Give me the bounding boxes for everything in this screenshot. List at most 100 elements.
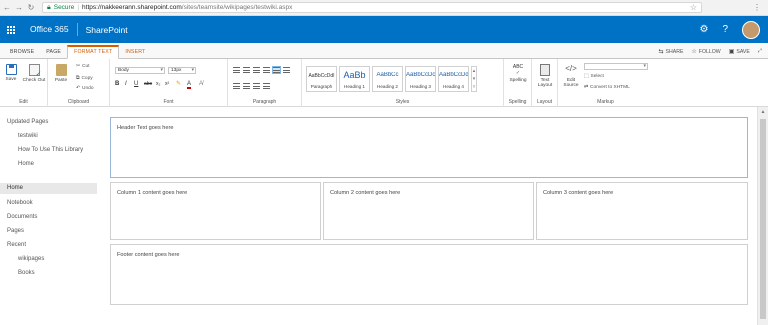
paste-button[interactable]: Paste bbox=[53, 64, 69, 83]
follow-label: FOLLOW bbox=[698, 49, 721, 55]
sharepoint-link[interactable]: SharePoint bbox=[86, 25, 128, 35]
bold-icon[interactable]: B bbox=[115, 81, 119, 87]
undo-button[interactable]: ↶ Undo bbox=[76, 86, 94, 91]
font-color-icon[interactable]: A bbox=[187, 81, 192, 89]
style-paragraph[interactable]: AaBbCcDdI Paragraph bbox=[306, 66, 337, 92]
edit-source-button[interactable]: </> Edit Source bbox=[561, 64, 581, 88]
text-layout-icon bbox=[540, 64, 550, 76]
copy-label: Copy bbox=[81, 75, 93, 81]
group-spelling-label: Spelling bbox=[508, 99, 527, 105]
footer-zone[interactable]: Footer content goes here bbox=[110, 244, 748, 305]
fullscreen-icon[interactable]: ⤢ bbox=[758, 48, 762, 55]
help-icon[interactable]: ? bbox=[722, 24, 728, 35]
share-button[interactable]: ⇆ SHARE bbox=[659, 48, 684, 55]
tab-format-text[interactable]: FORMAT TEXT bbox=[67, 45, 120, 59]
strikethrough-icon[interactable]: abc bbox=[144, 81, 152, 87]
reload-icon[interactable]: ↻ bbox=[26, 3, 36, 13]
edit-source-label: Edit Source bbox=[563, 78, 579, 88]
nav-item-documents[interactable]: Documents bbox=[7, 214, 37, 220]
nav-item-how-to-use[interactable]: How To Use This Library bbox=[18, 147, 83, 153]
style-sample: AaBbCcDd bbox=[439, 72, 468, 78]
font-family-dropdown[interactable]: Body bbox=[115, 67, 165, 74]
align-center-icon[interactable] bbox=[243, 83, 250, 89]
suite-bar: Office 365 SharePoint ⚙ ? bbox=[0, 16, 768, 43]
office365-brand[interactable]: Office 365 bbox=[30, 23, 78, 36]
updated-pages-heading[interactable]: Updated Pages bbox=[7, 119, 48, 125]
cut-button[interactable]: ✂ Cut bbox=[76, 64, 90, 69]
avatar[interactable] bbox=[742, 20, 760, 39]
tab-insert[interactable]: INSERT bbox=[119, 49, 151, 58]
save-top-label: SAVE bbox=[736, 49, 750, 55]
save-top-button[interactable]: ▣ SAVE bbox=[729, 48, 750, 55]
bullet-list-icon[interactable] bbox=[233, 67, 240, 73]
clear-format-icon[interactable]: A̸ bbox=[199, 81, 203, 87]
increase-indent-icon[interactable] bbox=[263, 67, 270, 73]
style-heading-2[interactable]: AaBbCc Heading 2 bbox=[372, 66, 403, 92]
ltr-icon[interactable] bbox=[272, 66, 281, 74]
checkout-label: Check Out bbox=[22, 78, 46, 83]
header-zone[interactable]: Header Text goes here bbox=[110, 117, 748, 178]
nav-item-recent[interactable]: Recent bbox=[7, 242, 26, 248]
group-styles: AaBbCcDdI Paragraph AaBb Heading 1 AaBbC… bbox=[302, 59, 504, 107]
convert-xhtml-button[interactable]: ⇄ Convert to XHTML bbox=[584, 85, 630, 90]
forward-icon[interactable]: → bbox=[14, 3, 24, 13]
rtl-icon[interactable] bbox=[283, 67, 290, 73]
style-name: Heading 4 bbox=[443, 84, 464, 89]
settings-gear-icon[interactable]: ⚙ bbox=[699, 24, 708, 35]
decrease-indent-icon[interactable] bbox=[253, 67, 260, 73]
style-name: Heading 1 bbox=[344, 84, 365, 89]
bookmark-star-icon[interactable]: ☆ bbox=[690, 3, 697, 12]
tab-browse[interactable]: BROWSE bbox=[4, 49, 40, 58]
follow-button[interactable]: ☆ FOLLOW bbox=[691, 48, 720, 55]
nav-item-pages[interactable]: Pages bbox=[7, 228, 24, 234]
styles-scroll-button[interactable]: ▴ ▾ ▿ bbox=[471, 66, 477, 92]
style-name: Heading 2 bbox=[377, 84, 398, 89]
italic-icon[interactable]: I bbox=[125, 81, 127, 87]
highlight-icon[interactable]: ✎ bbox=[176, 80, 181, 87]
scroll-up-icon[interactable]: ▲ bbox=[758, 107, 768, 117]
style-heading-3[interactable]: AaBbCcDc Heading 3 bbox=[405, 66, 436, 92]
back-icon[interactable]: ← bbox=[2, 3, 12, 13]
style-heading-1[interactable]: AaBb Heading 1 bbox=[339, 66, 370, 92]
style-heading-4[interactable]: AaBbCcDd Heading 4 bbox=[438, 66, 469, 92]
browser-menu-icon[interactable]: ⋮ bbox=[753, 3, 764, 12]
nav-item-recent-home[interactable]: Home bbox=[18, 161, 34, 167]
url-host: https://nakkeerann.sharepoint.com bbox=[82, 4, 182, 11]
nav-item-books[interactable]: Books bbox=[18, 270, 35, 276]
undo-label: Undo bbox=[82, 86, 94, 91]
nav-item-wikipages[interactable]: wikipages bbox=[18, 256, 44, 262]
ribbon-tabs: BROWSE PAGE FORMAT TEXT INSERT ⇆ SHARE ☆ F… bbox=[0, 43, 768, 59]
column-2-zone[interactable]: Column 2 content goes here bbox=[323, 182, 534, 240]
justify-icon[interactable] bbox=[263, 83, 270, 89]
nav-item-notebook[interactable]: Notebook bbox=[7, 200, 33, 206]
underline-icon[interactable]: U bbox=[134, 81, 138, 87]
font-size-dropdown[interactable]: 13px bbox=[168, 67, 196, 74]
align-left-icon[interactable] bbox=[233, 83, 240, 89]
markup-style-dropdown[interactable] bbox=[584, 63, 648, 70]
column-3-zone[interactable]: Column 3 content goes here bbox=[536, 182, 748, 240]
page-scrollbar[interactable]: ▲ bbox=[757, 107, 768, 325]
select-button[interactable]: ⬚ Select bbox=[584, 74, 604, 79]
text-layout-button[interactable]: Text Layout bbox=[534, 64, 556, 88]
scroll-thumb[interactable] bbox=[760, 119, 766, 319]
superscript-icon[interactable]: x² bbox=[165, 81, 169, 87]
style-name: Heading 3 bbox=[410, 84, 431, 89]
text-layout-label: Text Layout bbox=[537, 78, 553, 88]
copy-button[interactable]: ⧉ Copy bbox=[76, 75, 93, 82]
nav-item-testwiki[interactable]: testwiki bbox=[18, 133, 38, 139]
tab-page[interactable]: PAGE bbox=[40, 49, 67, 58]
numbered-list-icon[interactable] bbox=[243, 67, 250, 73]
group-layout-label: Layout bbox=[536, 99, 552, 105]
group-font: Body 13px B I U abc x₂ x² ✎ A A̸ Font bbox=[110, 59, 228, 107]
select-icon: ⬚ bbox=[584, 74, 589, 79]
subscript-icon[interactable]: x₂ bbox=[156, 81, 160, 87]
column-1-zone[interactable]: Column 1 content goes here bbox=[110, 182, 321, 240]
align-right-icon[interactable] bbox=[253, 83, 260, 89]
spelling-button[interactable]: ABC ✓ Spelling bbox=[507, 64, 529, 83]
nav-item-home[interactable]: Home bbox=[0, 183, 97, 194]
address-bar[interactable]: 🔒︎ Secure | https://nakkeerann.sharepoin… bbox=[42, 2, 702, 13]
convert-icon: ⇄ bbox=[584, 85, 589, 90]
app-launcher-icon[interactable] bbox=[0, 16, 22, 43]
save-button[interactable]: Save bbox=[4, 64, 18, 82]
checkout-button[interactable]: Check Out bbox=[22, 64, 46, 83]
